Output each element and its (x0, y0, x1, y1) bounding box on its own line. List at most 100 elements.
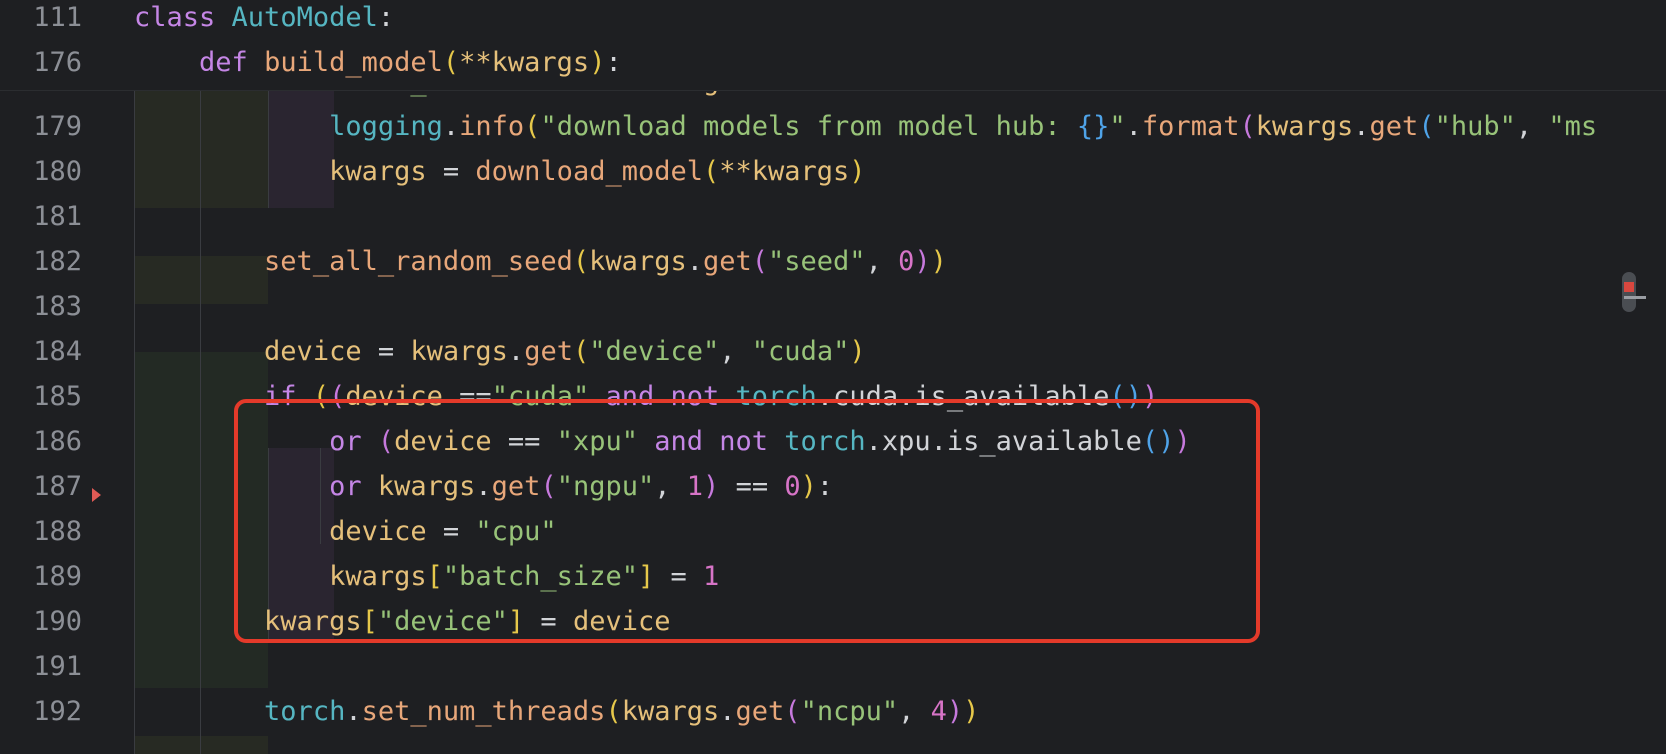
code-token: kwargs (410, 336, 508, 367)
highlight-annotation-box (234, 399, 1260, 643)
code-token: "device" (589, 336, 720, 367)
code-token: ) (930, 246, 947, 277)
code-token: format (1141, 111, 1240, 142)
code-token: set_num_threads (361, 696, 606, 727)
code-token: " (1109, 111, 1126, 142)
code-token: , (719, 336, 752, 367)
line-number: 176 (33, 47, 82, 78)
code-line[interactable]: 176 def build_model(**kwargs): (0, 39, 1620, 87)
code-token: build_model (264, 47, 443, 78)
line-number: 180 (33, 156, 82, 187)
code-token: set_all_random_seed (264, 246, 573, 277)
code-line[interactable]: 184 device = kwargs.get("device", "cuda"… (0, 328, 1620, 376)
code-token: kwargs (329, 156, 427, 187)
code-token: , (898, 696, 931, 727)
code-token: : (605, 47, 622, 78)
code-token: get (524, 336, 573, 367)
code-line[interactable]: 180 kwargs = download_model(**kwargs) (0, 148, 1620, 196)
code-token: "ms (1548, 111, 1598, 142)
code-token: info (459, 111, 525, 142)
line-number: 191 (33, 651, 82, 682)
line-number: 182 (33, 246, 82, 277)
code-token: ) (963, 696, 980, 727)
code-token: ( (572, 336, 590, 367)
code-token: . (442, 111, 460, 142)
code-line[interactable]: 181 (0, 193, 1620, 241)
code-token: ( (442, 47, 460, 78)
code-token: ) (914, 246, 931, 277)
code-token: ( (751, 246, 769, 277)
code-text[interactable]: set_all_random_seed(kwargs.get("seed", 0… (134, 238, 947, 286)
code-token: . (719, 696, 736, 727)
code-token: AutoModel (231, 2, 378, 33)
code-text[interactable]: torch.set_num_threads(kwargs.get("ncpu",… (134, 688, 979, 736)
code-token: device (264, 336, 362, 367)
code-token: . (345, 696, 362, 727)
line-number: 179 (33, 111, 82, 142)
code-token: ( (702, 156, 720, 187)
code-token: get (1369, 111, 1419, 142)
code-token: : (377, 2, 395, 33)
code-token: {} (1076, 111, 1110, 142)
code-line[interactable]: 179 logging.info("download models from m… (0, 103, 1620, 151)
code-token: get (735, 696, 785, 727)
code-token: "hub" (1434, 111, 1516, 142)
code-token: "download models from model hub: (540, 111, 1077, 142)
code-token: class (134, 2, 232, 33)
code-token: kwargs (589, 246, 687, 277)
code-token: ( (572, 246, 590, 277)
sticky-scroll-header[interactable]: 111 class AutoModel: 176 def build_model(*… (0, 0, 1666, 91)
code-token: ( (524, 111, 541, 142)
code-token: . (507, 336, 525, 367)
code-text[interactable]: class AutoModel: (134, 0, 394, 42)
code-line[interactable]: 192 torch.set_num_threads(kwargs.get("nc… (0, 688, 1620, 736)
code-token: , (865, 246, 899, 277)
code-token: kwargs (1255, 111, 1354, 142)
line-number: 185 (33, 381, 82, 412)
code-token: 4 (930, 696, 947, 727)
code-token: "ncpu" (800, 696, 899, 727)
code-token: = (426, 156, 476, 187)
error-stripe-icon (1624, 282, 1634, 292)
code-token: 0 (898, 246, 915, 277)
code-line[interactable]: 183 (0, 283, 1620, 331)
line-number: 186 (33, 426, 82, 457)
code-token: "seed" (768, 246, 866, 277)
line-number: 190 (33, 606, 82, 637)
breakpoint-marker-icon[interactable] (92, 488, 101, 502)
code-line[interactable]: 182 set_all_random_seed(kwargs.get("seed… (0, 238, 1620, 286)
code-token: download_model (475, 156, 703, 187)
line-number: 189 (33, 561, 82, 592)
code-editor[interactable]: 178 if "model_conf" not in kwargs:179 lo… (0, 0, 1666, 754)
code-token: kwargs (621, 696, 720, 727)
code-text[interactable]: device = kwargs.get("device", "cuda") (134, 328, 866, 376)
code-token: = (361, 336, 411, 367)
line-number: 181 (33, 201, 82, 232)
line-number: 184 (33, 336, 82, 367)
code-text[interactable]: logging.info("download models from model… (134, 103, 1597, 151)
code-token: ) (946, 696, 964, 727)
line-number: 187 (33, 471, 82, 502)
code-text[interactable]: kwargs = download_model(**kwargs) (134, 148, 865, 196)
code-token: ) (849, 336, 866, 367)
code-token: **kwargs (459, 47, 590, 78)
line-number: 111 (33, 2, 82, 33)
caret-position-marker (1624, 296, 1646, 299)
code-line[interactable]: 111 class AutoModel: (0, 0, 1620, 42)
code-token: . (1353, 111, 1370, 142)
line-number: 188 (33, 516, 82, 547)
code-line[interactable]: 191 (0, 643, 1620, 691)
code-token: ( (605, 696, 622, 727)
scrollbar-thumb[interactable] (1622, 272, 1636, 312)
code-text[interactable]: def build_model(**kwargs): (134, 39, 622, 87)
code-token: def (199, 47, 265, 78)
code-token: , (1515, 111, 1549, 142)
indent-band (134, 736, 268, 754)
code-token: **kwargs (719, 156, 850, 187)
code-token: get (702, 246, 752, 277)
code-token: . (686, 246, 703, 277)
